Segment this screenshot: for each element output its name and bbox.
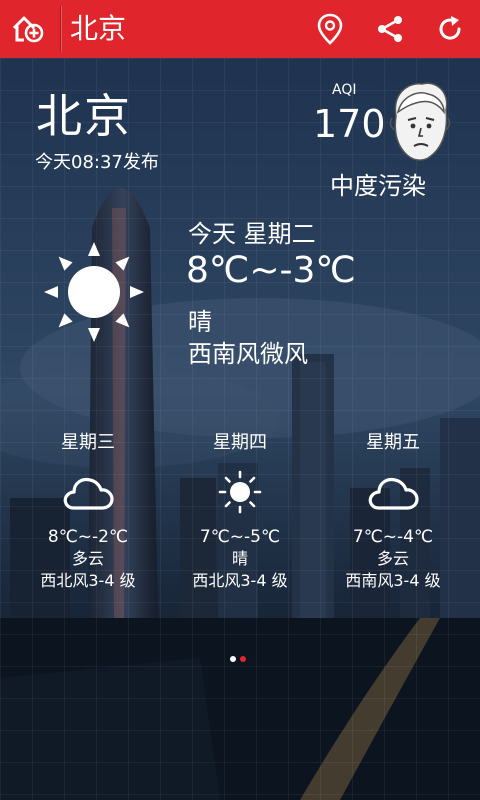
forecast-temperature: 7℃~-5℃ bbox=[199, 527, 281, 547]
forecast-temperature: 7℃~-4℃ bbox=[352, 527, 434, 547]
forecast-day-name: 星期五 bbox=[366, 432, 420, 453]
add-city-icon bbox=[12, 16, 44, 43]
add-city-button[interactable] bbox=[8, 9, 48, 49]
weather-content: 北京 今天08:37发布 AQI 170 中度污染 今天 星期二 8℃~-3℃ … bbox=[0, 58, 480, 800]
forecast-temperature: 8℃~-2℃ bbox=[47, 527, 129, 547]
aqi-face-icon bbox=[389, 82, 451, 161]
forecast-day-name: 星期四 bbox=[213, 432, 267, 453]
forecast-condition: 多云 bbox=[376, 549, 409, 568]
share-icon bbox=[378, 16, 402, 42]
cloud-icon bbox=[63, 477, 114, 510]
forecast-day: 星期四 7℃~-5℃ 晴 西北风3-4 级 bbox=[160, 430, 320, 592]
weather-screen: 北京 北京 今天08:37发布 AQI 170 中度污染 今天 星期二 8℃~-… bbox=[0, 0, 480, 800]
forecast-wind: 西北风3-4 级 bbox=[40, 571, 136, 590]
aqi-label: AQI bbox=[332, 82, 357, 98]
page-indicator[interactable] bbox=[230, 656, 246, 662]
page-dot-active[interactable] bbox=[240, 656, 246, 662]
city-name: 北京 bbox=[36, 89, 132, 143]
page-dot[interactable] bbox=[230, 656, 236, 662]
appbar-divider bbox=[60, 6, 61, 52]
today-temperature: 8℃~-3℃ bbox=[186, 250, 356, 291]
forecast-wind: 西北风3-4 级 bbox=[192, 571, 288, 590]
share-button[interactable] bbox=[370, 9, 410, 49]
forecast-condition: 晴 bbox=[231, 549, 248, 568]
forecast-day: 星期五 7℃~-4℃ 多云 西南风3-4 级 bbox=[313, 430, 473, 592]
aqi-level-text: 中度污染 bbox=[330, 172, 426, 200]
today-label: 今天 星期二 bbox=[188, 220, 316, 248]
refresh-button[interactable] bbox=[430, 9, 470, 49]
forecast-wind: 西南风3-4 级 bbox=[345, 571, 441, 590]
refresh-icon bbox=[439, 16, 461, 40]
location-pin-icon bbox=[317, 13, 343, 45]
forecast-day: 星期三 8℃~-2℃ 多云 西北风3-4 级 bbox=[8, 430, 168, 592]
forecast-condition: 多云 bbox=[71, 549, 104, 568]
appbar-city-title[interactable]: 北京 bbox=[70, 9, 126, 49]
today-wind: 西南风微风 bbox=[188, 340, 308, 368]
cloud-icon bbox=[368, 477, 419, 510]
aqi-value: 170 bbox=[313, 102, 386, 146]
publish-time: 今天08:37发布 bbox=[35, 152, 159, 173]
location-button[interactable] bbox=[310, 9, 350, 49]
today-condition: 晴 bbox=[188, 308, 212, 336]
sun-icon bbox=[218, 470, 262, 514]
forecast-day-name: 星期三 bbox=[61, 432, 115, 453]
sun-icon bbox=[44, 242, 144, 342]
top-app-bar: 北京 bbox=[0, 0, 480, 58]
